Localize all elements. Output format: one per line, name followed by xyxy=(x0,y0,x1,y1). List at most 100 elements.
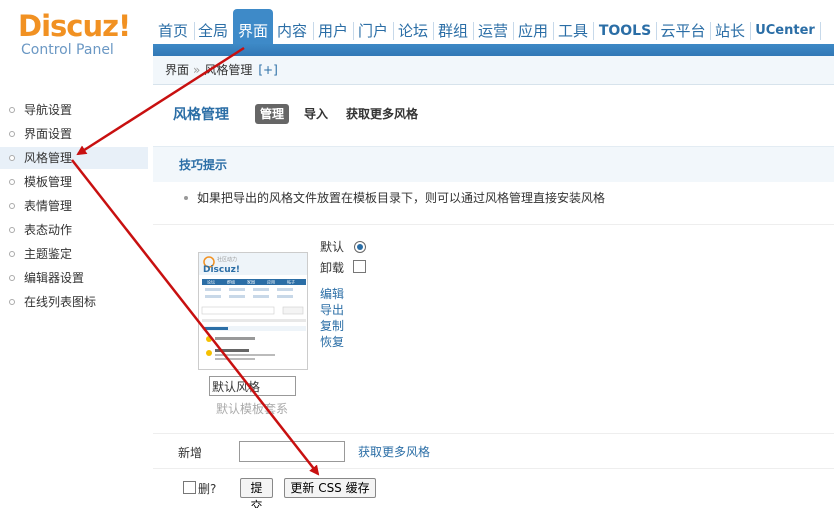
nav-item-global[interactable]: 全局 xyxy=(196,18,230,44)
preview-nav-item: 帖子 xyxy=(287,279,295,285)
sidebar-item-nav-settings[interactable]: 导航设置 xyxy=(0,99,148,121)
tab-get-more-styles[interactable]: 获取更多风格 xyxy=(346,104,418,124)
nav-item-ucenter[interactable]: UCenter xyxy=(753,18,817,44)
tips-text: 如果把导出的风格文件放置在模板目录下，则可以通过风格管理直接安装风格 xyxy=(197,191,606,205)
bullet-icon xyxy=(9,179,15,185)
bullet-icon xyxy=(9,155,15,161)
top-navigation: 首页 全局 界面 内容 用户 门户 论坛 群组 运营 应用 工具 TOOLS 云… xyxy=(153,0,834,44)
nav-item-tools-en[interactable]: TOOLS xyxy=(596,18,654,44)
sidebar-item-label: 表态动作 xyxy=(24,223,73,237)
breadcrumb-interface[interactable]: 界面 xyxy=(165,63,189,77)
template-system-name: 默认模板套系 xyxy=(216,402,289,416)
delete-label: 删? xyxy=(198,482,217,496)
bullet-icon xyxy=(9,227,15,233)
nav-item-users[interactable]: 用户 xyxy=(316,18,350,44)
preview-nav-item: 家园 xyxy=(247,279,255,285)
nav-item-webmaster[interactable]: 站长 xyxy=(713,18,747,44)
uninstall-label: 卸载 xyxy=(320,261,345,275)
breadcrumb-style-management: 风格管理 xyxy=(204,63,253,77)
get-more-styles-link[interactable]: 获取更多风格 xyxy=(358,443,430,460)
sidebar-item-smiley-management[interactable]: 表情管理 xyxy=(0,195,148,217)
nav-item-groups[interactable]: 群组 xyxy=(436,18,470,44)
bullet-icon xyxy=(184,196,188,200)
preview-image: 社区动力 Discuz! 论坛 群组 家园 应用 帖子 xyxy=(199,253,307,369)
nav-item-home[interactable]: 首页 xyxy=(156,18,190,44)
nav-item-interface[interactable]: 界面 xyxy=(233,9,273,44)
sidebar-item-label: 风格管理 xyxy=(24,151,73,165)
preview-nav-item: 应用 xyxy=(267,279,275,285)
bullet-icon xyxy=(9,299,15,305)
delete-checkbox[interactable] xyxy=(183,481,196,494)
nav-item-tools[interactable]: 工具 xyxy=(556,18,590,44)
sidebar-item-online-list-icons[interactable]: 在线列表图标 xyxy=(0,291,148,313)
nav-item-operations[interactable]: 运营 xyxy=(476,18,510,44)
bullet-icon xyxy=(9,203,15,209)
bullet-icon xyxy=(9,251,15,257)
nav-divider xyxy=(750,22,751,40)
sidebar-item-reactions[interactable]: 表态动作 xyxy=(0,219,148,241)
bullet-icon xyxy=(9,131,15,137)
sidebar-item-label: 导航设置 xyxy=(24,103,73,117)
add-shortcut-link[interactable]: [+] xyxy=(258,63,277,77)
add-label: 新增 xyxy=(178,446,203,460)
sidebar: 导航设置 界面设置 风格管理 模板管理 表情管理 表态动作 主题鉴定 编辑器设置… xyxy=(0,56,148,508)
nav-divider xyxy=(393,22,394,40)
bullet-icon xyxy=(9,275,15,281)
restore-link[interactable]: 恢复 xyxy=(320,333,344,350)
export-link[interactable]: 导出 xyxy=(320,301,344,318)
nav-item-apps[interactable]: 应用 xyxy=(516,18,550,44)
nav-divider xyxy=(433,22,434,40)
sidebar-item-label: 编辑器设置 xyxy=(24,271,85,285)
sidebar-item-editor-settings[interactable]: 编辑器设置 xyxy=(0,267,148,289)
nav-divider xyxy=(656,22,657,40)
sidebar-item-template-management[interactable]: 模板管理 xyxy=(0,171,148,193)
page-title: 风格管理 xyxy=(173,107,229,123)
nav-item-content[interactable]: 内容 xyxy=(275,18,309,44)
uninstall-checkbox[interactable] xyxy=(353,260,366,273)
tips-header: 技巧提示 xyxy=(153,146,834,182)
nav-divider xyxy=(473,22,474,40)
logo-bang: ! xyxy=(118,9,131,43)
copy-link[interactable]: 复制 xyxy=(320,317,344,334)
sidebar-item-label: 模板管理 xyxy=(24,175,73,189)
preview-tagline: 社区动力 xyxy=(217,256,237,263)
style-preview-thumbnail[interactable]: 社区动力 Discuz! 论坛 群组 家园 应用 帖子 xyxy=(198,252,308,370)
refresh-css-cache-button[interactable]: 更新 CSS 缓存 xyxy=(284,478,376,498)
nav-divider xyxy=(353,22,354,40)
breadcrumb-separator: » xyxy=(193,63,201,77)
default-label: 默认 xyxy=(320,240,345,254)
main-content: 风格管理 管理 导入 获取更多风格 技巧提示 如果把导出的风格文件放置在模板目录… xyxy=(153,86,834,508)
nav-underline-bar xyxy=(153,44,834,56)
sidebar-item-label: 主题鉴定 xyxy=(24,247,73,261)
logo-text: Discuz xyxy=(18,9,119,43)
tab-manage[interactable]: 管理 xyxy=(255,104,290,124)
default-style-radio[interactable] xyxy=(354,241,366,253)
nav-divider xyxy=(513,22,514,40)
preview-brand: Discuz! xyxy=(203,265,240,275)
tab-import[interactable]: 导入 xyxy=(304,104,328,124)
nav-divider xyxy=(820,22,821,40)
sidebar-item-thread-stamps[interactable]: 主题鉴定 xyxy=(0,243,148,265)
discuz-logo[interactable]: Discuz! Control Panel xyxy=(18,10,138,60)
sidebar-item-ui-settings[interactable]: 界面设置 xyxy=(0,123,148,145)
sidebar-item-label: 界面设置 xyxy=(24,127,73,141)
nav-item-portal[interactable]: 门户 xyxy=(356,18,390,44)
sidebar-item-style-management[interactable]: 风格管理 xyxy=(0,147,148,169)
new-style-input[interactable] xyxy=(239,441,345,462)
tips-content: 如果把导出的风格文件放置在模板目录下，则可以通过风格管理直接安装风格 xyxy=(153,183,834,225)
add-style-row: 新增 获取更多风格 xyxy=(153,433,834,469)
submit-button[interactable]: 提交 xyxy=(240,478,273,508)
nav-item-cloud[interactable]: 云平台 xyxy=(659,18,707,44)
preview-nav-item: 论坛 xyxy=(207,279,215,285)
style-name-input[interactable] xyxy=(209,376,296,396)
nav-divider xyxy=(593,22,594,40)
edit-link[interactable]: 编辑 xyxy=(320,285,344,302)
sidebar-item-label: 在线列表图标 xyxy=(24,295,97,309)
preview-nav-item: 群组 xyxy=(227,279,235,285)
nav-item-forum[interactable]: 论坛 xyxy=(396,18,430,44)
bullet-icon xyxy=(9,107,15,113)
nav-divider xyxy=(553,22,554,40)
radio-selected-dot xyxy=(357,244,363,250)
breadcrumb: 界面 » 风格管理 [+] xyxy=(153,56,834,85)
sidebar-item-label: 表情管理 xyxy=(24,199,73,213)
